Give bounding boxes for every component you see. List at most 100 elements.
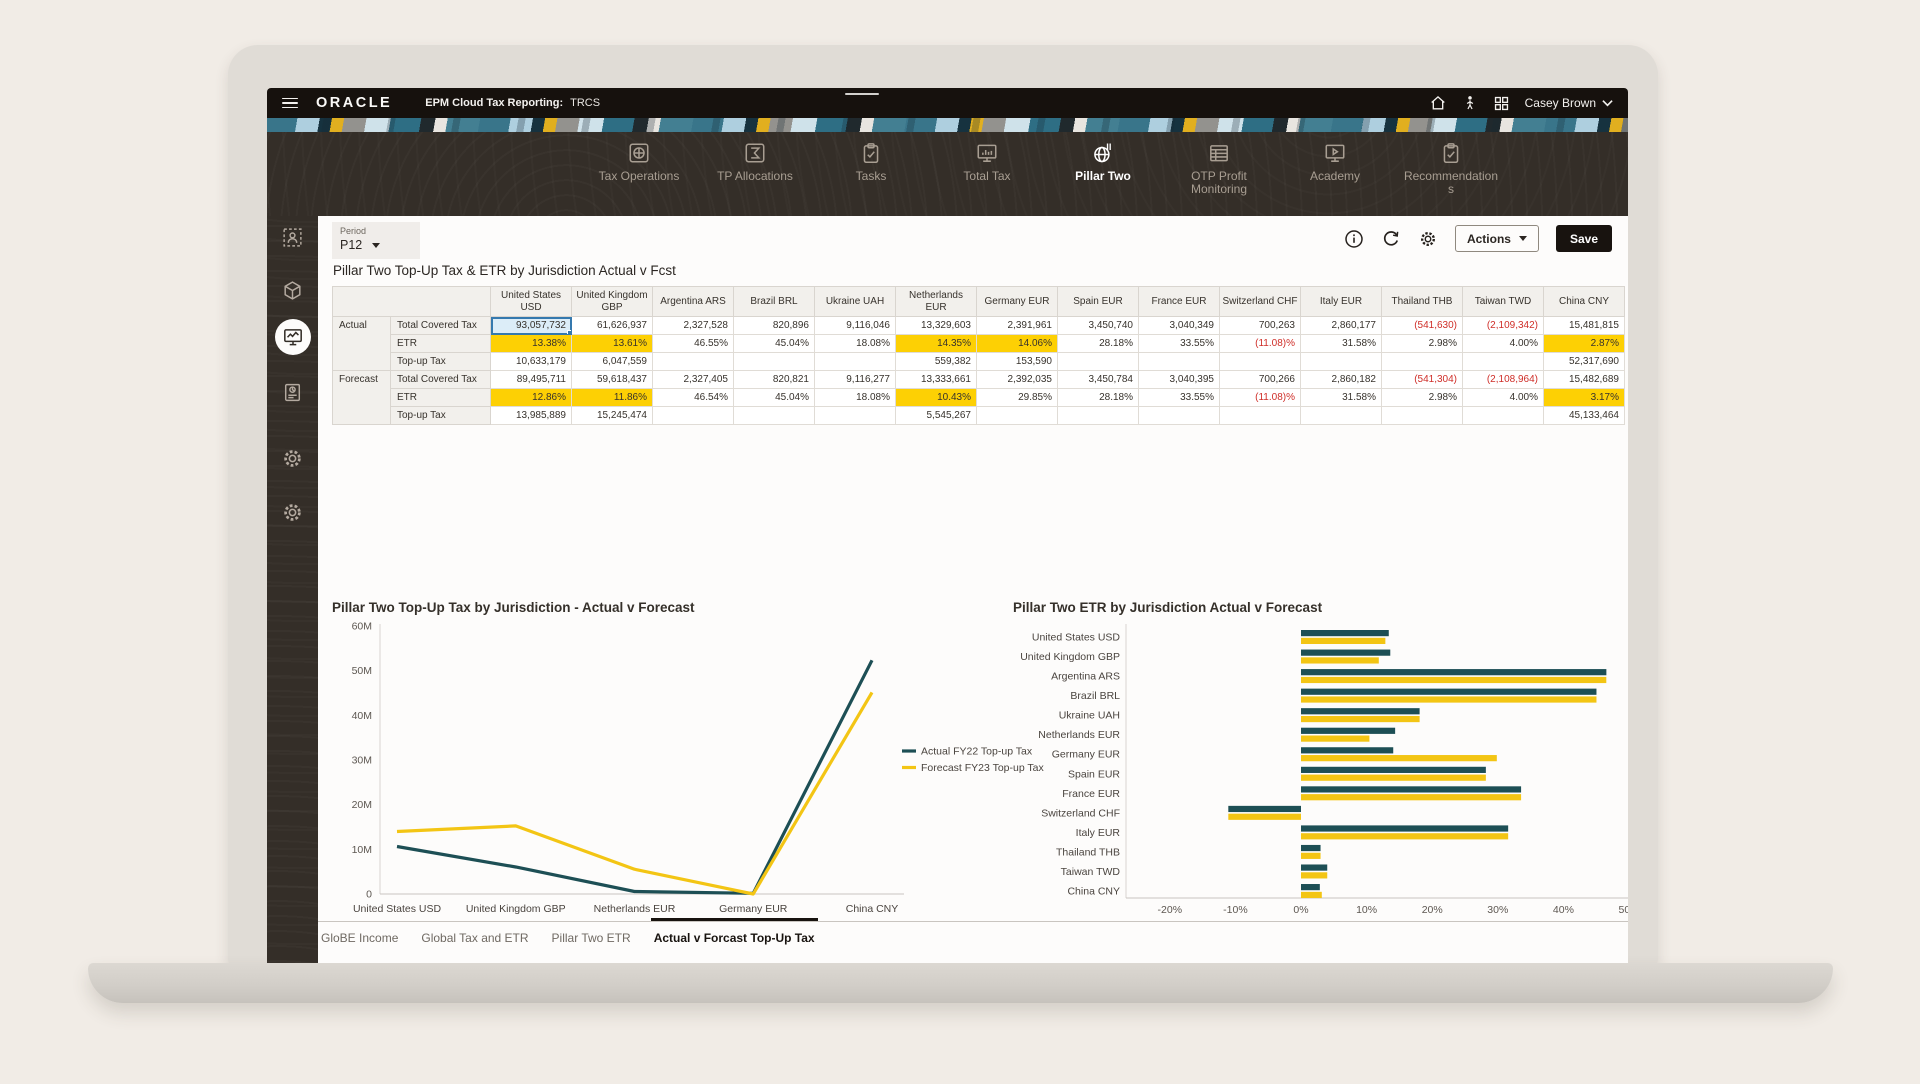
grid-cell[interactable]: 2,327,405	[653, 371, 734, 389]
grid-cell[interactable]	[1058, 407, 1139, 425]
grid-cell[interactable]	[1382, 407, 1463, 425]
row-header[interactable]: Top-up Tax	[391, 353, 491, 371]
grid-cell[interactable]: 5,545,267	[896, 407, 977, 425]
info-icon[interactable]	[1344, 229, 1364, 249]
sidebar-item-monitor-chart[interactable]	[267, 319, 318, 355]
grid-cell[interactable]	[1058, 353, 1139, 371]
grid-cell[interactable]: 153,590	[977, 353, 1058, 371]
grid-cell[interactable]: 45.04%	[734, 389, 815, 407]
grid-cell[interactable]	[1220, 407, 1301, 425]
row-header[interactable]: ETR	[391, 335, 491, 353]
grid-cell[interactable]: 14.35%	[896, 335, 977, 353]
column-header[interactable]: Ukraine UAH	[815, 287, 896, 317]
grid-cell[interactable]: 45,133,464	[1544, 407, 1625, 425]
nav-item-otp-profit-monitoring[interactable]: OTP Profit Monitoring	[1171, 140, 1267, 196]
nav-item-tp-allocations[interactable]: TP Allocations	[707, 140, 803, 196]
grid-cell[interactable]: 15,482,689	[1544, 371, 1625, 389]
refresh-icon[interactable]	[1381, 229, 1401, 249]
grid-cell[interactable]	[1301, 353, 1382, 371]
grid-cell[interactable]	[1220, 353, 1301, 371]
grid-cell[interactable]: 89,495,711	[491, 371, 572, 389]
grid-cell[interactable]	[815, 353, 896, 371]
column-header[interactable]: Switzerland CHF	[1220, 287, 1301, 317]
hamburger-menu-icon[interactable]	[282, 98, 298, 109]
grid-cell[interactable]	[653, 353, 734, 371]
grid-cell[interactable]: 13.61%	[572, 335, 653, 353]
grid-cell[interactable]	[734, 353, 815, 371]
grid-cell[interactable]	[1463, 353, 1544, 371]
grid-cell[interactable]: 10.43%	[896, 389, 977, 407]
grid-cell[interactable]: 18.08%	[815, 389, 896, 407]
apps-grid-icon[interactable]	[1493, 95, 1510, 112]
grid-cell[interactable]: 2,860,177	[1301, 317, 1382, 335]
grid-cell[interactable]: 2,391,961	[977, 317, 1058, 335]
sidebar-item-report-doc[interactable]	[267, 381, 318, 409]
nav-item-total-tax[interactable]: Total Tax	[939, 140, 1035, 196]
grid-cell[interactable]: (541,304)	[1382, 371, 1463, 389]
tab-globe-income[interactable]: GloBE Income	[320, 929, 399, 947]
nav-item-tasks[interactable]: Tasks	[823, 140, 919, 196]
grid-cell[interactable]: (11.08)%	[1220, 389, 1301, 407]
grid-cell[interactable]: 2,392,035	[977, 371, 1058, 389]
grid-cell[interactable]: 10,633,179	[491, 353, 572, 371]
column-header[interactable]: United Kingdom GBP	[572, 287, 653, 317]
sidebar-item-gear[interactable]	[267, 501, 318, 529]
grid-cell[interactable]: 9,116,277	[815, 371, 896, 389]
grid-cell[interactable]: 15,245,474	[572, 407, 653, 425]
grid-cell[interactable]: 15,481,815	[1544, 317, 1625, 335]
grid-cell[interactable]: 33.55%	[1139, 335, 1220, 353]
grid-cell[interactable]: 6,047,559	[572, 353, 653, 371]
grid-cell[interactable]: 3,450,740	[1058, 317, 1139, 335]
grid-cell[interactable]: 2.98%	[1382, 335, 1463, 353]
grid-cell[interactable]	[1463, 407, 1544, 425]
column-header[interactable]: Germany EUR	[977, 287, 1058, 317]
grid-cell[interactable]: 4.00%	[1463, 389, 1544, 407]
grid-cell[interactable]: 2,327,528	[653, 317, 734, 335]
grid-cell[interactable]: 13.38%	[491, 335, 572, 353]
grid-cell[interactable]: 13,329,603	[896, 317, 977, 335]
grid-cell[interactable]: 46.55%	[653, 335, 734, 353]
sidebar-item-person-frame[interactable]	[267, 226, 318, 254]
nav-item-pillar-two[interactable]: IIPillar Two	[1055, 140, 1151, 196]
grid-cell[interactable]: (2,109,342)	[1463, 317, 1544, 335]
grid-cell[interactable]: 61,626,937	[572, 317, 653, 335]
row-header[interactable]: Total Covered Tax	[391, 371, 491, 389]
grid-cell[interactable]	[1301, 407, 1382, 425]
actions-button[interactable]: Actions	[1455, 225, 1539, 252]
grid-cell[interactable]: 820,896	[734, 317, 815, 335]
grid-cell[interactable]	[977, 407, 1058, 425]
tab-actual-v-forcast-top-up-tax[interactable]: Actual v Forcast Top-Up Tax	[653, 929, 816, 947]
grid-cell[interactable]: 3,450,784	[1058, 371, 1139, 389]
period-select[interactable]: Period P12	[332, 222, 420, 259]
grid-cell[interactable]: (11.08)%	[1220, 335, 1301, 353]
home-icon[interactable]	[1429, 94, 1447, 112]
column-header[interactable]: Italy EUR	[1301, 287, 1382, 317]
grid-cell[interactable]: 3,040,395	[1139, 371, 1220, 389]
grid-cell[interactable]: 3.17%	[1544, 389, 1625, 407]
grid-cell[interactable]: 559,382	[896, 353, 977, 371]
grid-cell[interactable]: 700,266	[1220, 371, 1301, 389]
grid-cell[interactable]: 29.85%	[977, 389, 1058, 407]
grid-cell[interactable]	[815, 407, 896, 425]
grid-cell[interactable]	[653, 407, 734, 425]
grid-cell[interactable]: 13,333,661	[896, 371, 977, 389]
column-header[interactable]: United States USD	[491, 287, 572, 317]
row-header[interactable]: ETR	[391, 389, 491, 407]
grid-cell[interactable]: 46.54%	[653, 389, 734, 407]
row-group-header[interactable]: Actual	[333, 317, 391, 371]
grid-cell[interactable]: 14.06%	[977, 335, 1058, 353]
sidebar-item-cube[interactable]	[267, 279, 318, 307]
tab-pillar-two-etr[interactable]: Pillar Two ETR	[551, 929, 632, 947]
grid-cell[interactable]: 33.55%	[1139, 389, 1220, 407]
grid-cell-selected[interactable]: 93,057,732	[491, 317, 572, 335]
row-header[interactable]: Total Covered Tax	[391, 317, 491, 335]
gear-icon[interactable]	[1418, 229, 1438, 249]
grid-cell[interactable]: 2,860,182	[1301, 371, 1382, 389]
nav-item-academy[interactable]: Academy	[1287, 140, 1383, 196]
grid-cell[interactable]: 52,317,690	[1544, 353, 1625, 371]
tab-global-tax-and-etr[interactable]: Global Tax and ETR	[420, 929, 529, 947]
grid-cell[interactable]: 45.04%	[734, 335, 815, 353]
grid-cell[interactable]: 9,116,046	[815, 317, 896, 335]
sidebar-item-gear[interactable]	[267, 447, 318, 475]
column-header[interactable]: Spain EUR	[1058, 287, 1139, 317]
